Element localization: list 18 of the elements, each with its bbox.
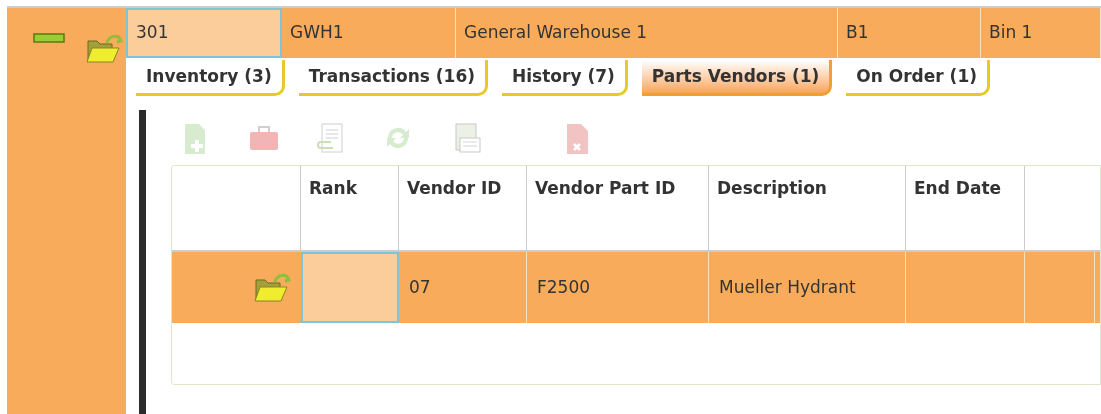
tab[interactable]: History (7) (502, 60, 628, 96)
table-cell[interactable]: 07 (399, 252, 527, 323)
table-row[interactable]: 07 F2500 Mueller Hydrant (172, 250, 1100, 323)
record-field[interactable]: Bin 1 (981, 8, 1101, 58)
table-cell[interactable]: F2500 (527, 252, 709, 323)
tab[interactable]: On Order (1) (846, 60, 990, 96)
tab[interactable]: Inventory (3) (136, 60, 285, 96)
tab[interactable]: Parts Vendors (1) (641, 60, 833, 96)
table-cell[interactable]: Mueller Hydrant (709, 252, 906, 323)
record-field[interactable]: 301 (126, 8, 282, 58)
record-field[interactable]: GWH1 (282, 8, 456, 58)
collapse-icon[interactable] (33, 33, 66, 43)
table-cell[interactable] (301, 252, 399, 323)
tab[interactable]: Transactions (16) (298, 60, 489, 96)
record-field[interactable]: General Warehouse 1 (456, 8, 838, 58)
folder-icon[interactable] (85, 33, 124, 65)
record-field[interactable]: B1 (838, 8, 981, 58)
folder-icon[interactable] (253, 271, 291, 304)
